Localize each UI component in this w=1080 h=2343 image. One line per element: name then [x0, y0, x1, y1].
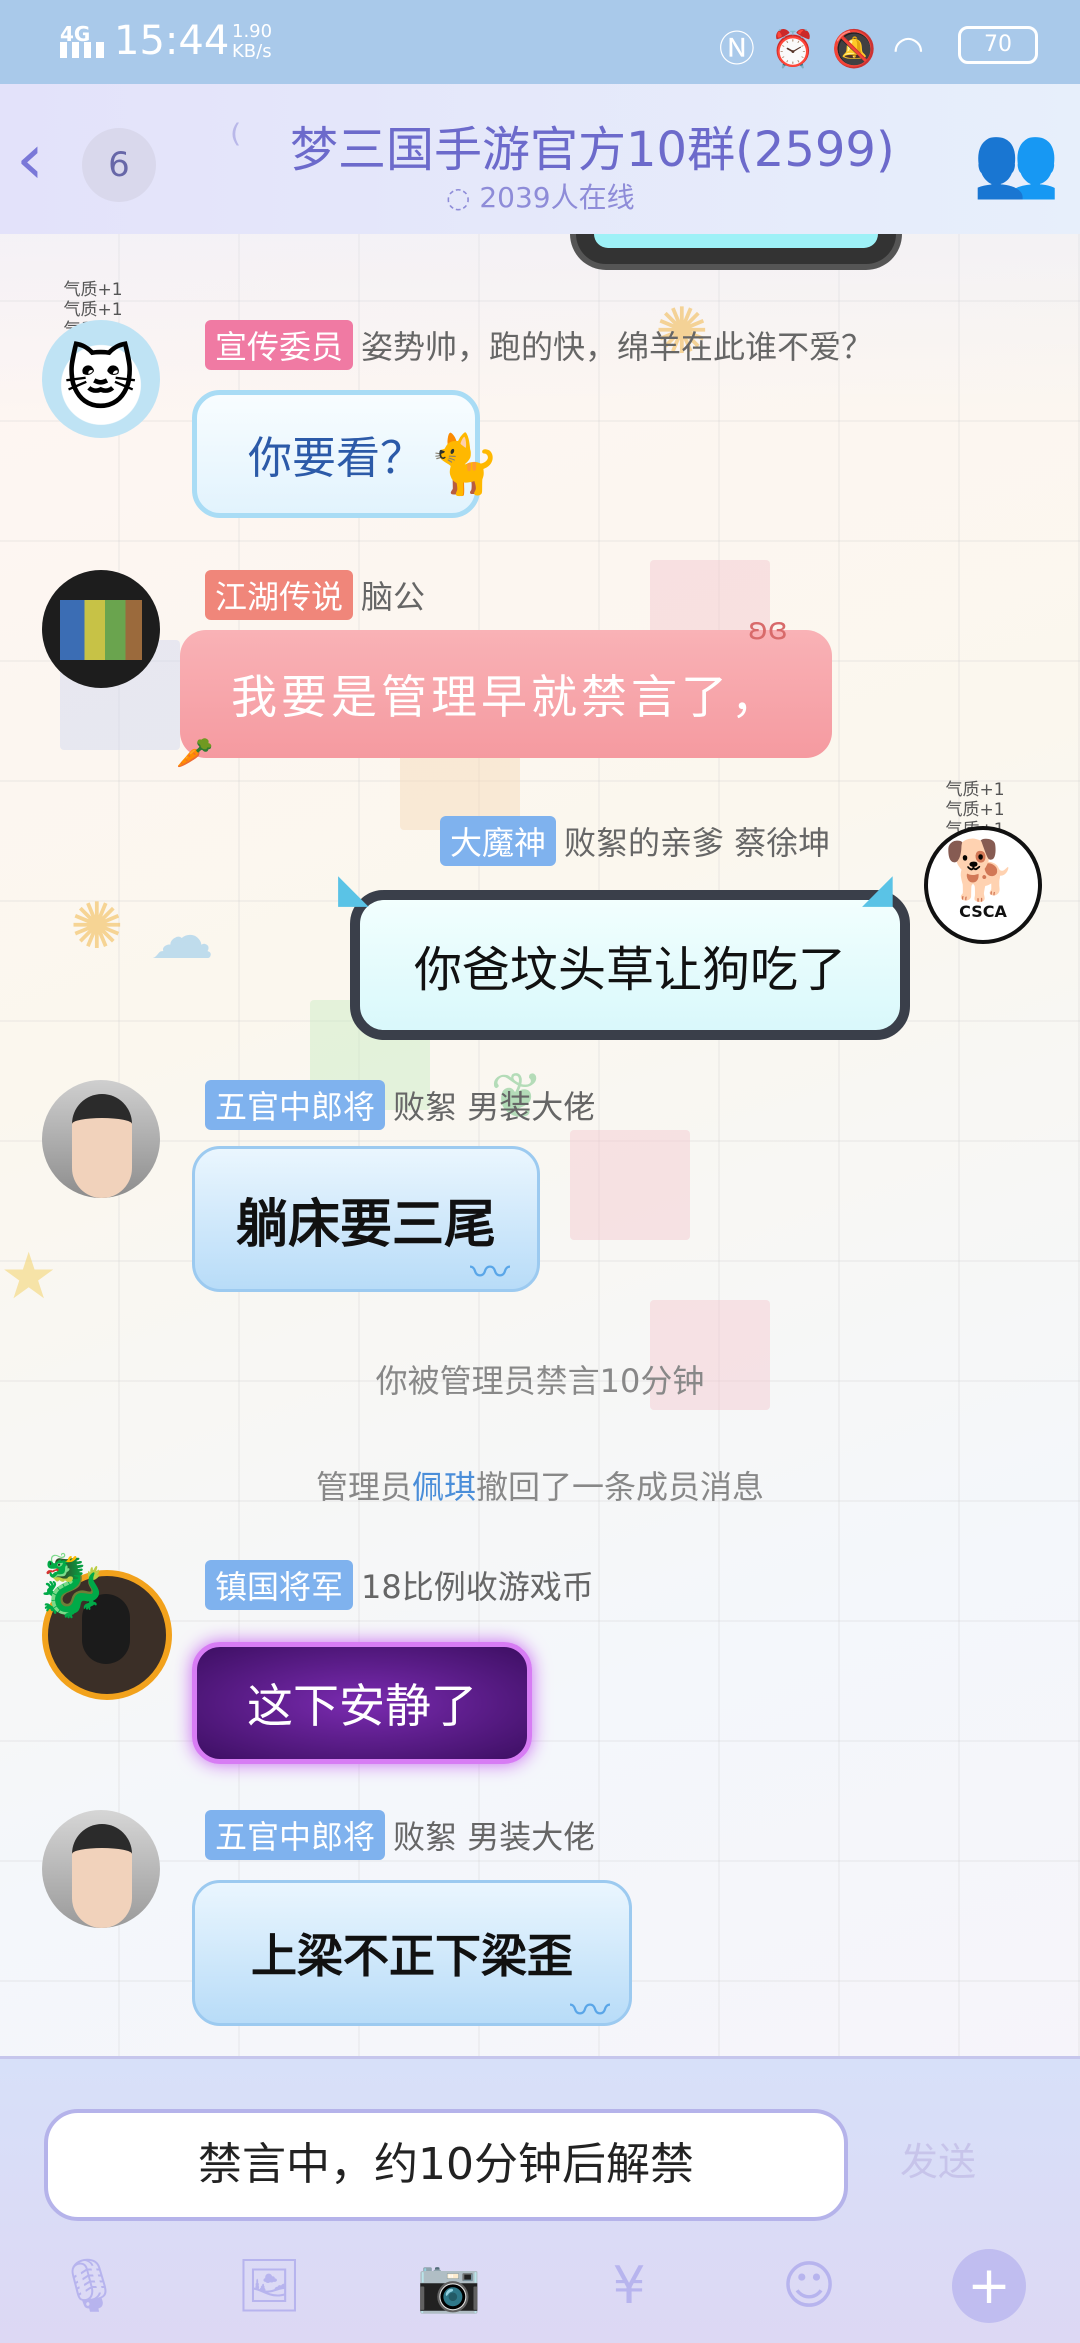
sender-line: 五官中郎将 败絮 男装大佬 — [205, 1080, 595, 1130]
online-count: ◌ 2039人在线 — [446, 181, 635, 214]
chat-header: ‹ 6 ⁽ 梦三国手游官方10群(2599) ◌ 2039人在线 👥 — [0, 84, 1080, 234]
cat-avatar-icon: 🐱 — [64, 338, 137, 420]
sender-line: 宣传委员 姿势帅，跑的快，绵羊在此谁不爱？ — [205, 320, 873, 370]
message-bubble[interactable]: 我要是管理早就禁言了， — [180, 630, 832, 758]
avatar-image — [60, 600, 142, 660]
network-speed: 1.90 KB/s — [232, 21, 273, 62]
sender-name[interactable]: 败絮的亲爹 蔡徐坤 — [564, 824, 830, 862]
message-bubble[interactable]: 这下安静了 — [192, 1642, 532, 1764]
avatar[interactable] — [42, 570, 160, 688]
sender-line: 镇国将军 18比例收游戏币 — [205, 1560, 594, 1610]
clock: 15:44 — [114, 18, 230, 64]
emoji-icon[interactable]: ☺ — [772, 2249, 846, 2323]
member-title-badge: 五官中郎将 — [205, 1080, 386, 1130]
wifi-icon: ◠ — [892, 29, 940, 70]
camera-icon[interactable]: 📷 — [412, 2249, 486, 2323]
carrot-icon: 🥕 — [176, 736, 214, 771]
avatar[interactable] — [42, 1080, 160, 1198]
group-members-icon[interactable]: 👥 — [973, 120, 1060, 203]
cat-sticker-icon: 🐈 — [428, 430, 501, 498]
mute-notice: 你被管理员禁言10分钟 — [375, 1362, 705, 1400]
recall-notice: 管理员佩琪撤回了一条成员消息 — [315, 1468, 765, 1506]
message-text: 你要看？ — [248, 433, 424, 484]
message-bubble[interactable]: 上梁不正下梁歪 — [192, 1880, 632, 2026]
sender-name[interactable]: 败絮 男装大佬 — [393, 1088, 595, 1126]
avatar-image — [72, 1094, 132, 1198]
avatar[interactable] — [42, 1810, 160, 1928]
member-title-badge: 大魔神 — [440, 816, 557, 866]
sender-line: 江湖传说 脑公 — [205, 570, 425, 620]
sender-name[interactable]: 败絮 男装大佬 — [393, 1818, 595, 1856]
member-title-badge: 宣传委员 — [205, 320, 354, 370]
sender-name[interactable]: 姿势帅，跑的快，绵羊在此谁不爱？ — [361, 328, 873, 366]
admin-name-link[interactable]: 佩琪 — [412, 1468, 476, 1506]
member-title-badge: 江湖传说 — [205, 570, 354, 620]
image-icon[interactable]: 🖼 — [232, 2249, 306, 2323]
wave-icon: 〰 — [470, 1250, 510, 1296]
input-bar: 禁言中，约10分钟后解禁 发送 🎙 🖼 📷 ¥ ☺ + — [0, 2056, 1080, 2343]
sender-line: 大魔神 败絮的亲爹 蔡徐坤 — [440, 816, 830, 866]
message-text: 这下安静了 — [247, 1679, 477, 1733]
star-doodle-icon: ★ — [0, 1240, 58, 1314]
message-text: 我要是管理早就禁言了， — [231, 670, 781, 724]
plus-icon[interactable]: + — [952, 2249, 1026, 2323]
nfc-icon: Ⓝ — [718, 29, 771, 70]
battery-icon: 70 — [958, 26, 1038, 64]
unread-count-badge[interactable]: 6 — [82, 128, 156, 202]
signal-icon — [60, 42, 104, 58]
avatar[interactable]: 🐱 — [42, 320, 160, 438]
cloud-doodle-icon: ☁ — [150, 900, 214, 974]
message-text: 躺床要三尾 — [235, 1193, 496, 1255]
bg-tile — [570, 1130, 690, 1240]
message-bubble[interactable]: 你爸坟头草让狗吃了 — [350, 890, 910, 1040]
alarm-icon: ⏰ — [770, 29, 832, 70]
avatar-image — [72, 1824, 132, 1928]
member-title-badge: 镇国将军 — [205, 1560, 354, 1610]
avatar[interactable]: 🐕 CSCA — [924, 826, 1042, 944]
dragon-frame-icon: 🐉 — [34, 1551, 109, 1621]
send-button[interactable]: 发送 — [900, 2131, 976, 2186]
message-text: 你爸坟头草让狗吃了 — [413, 942, 846, 998]
status-icons: Ⓝ⏰🔕◠ — [719, 20, 940, 72]
mute-icon: 🔕 — [831, 29, 893, 70]
cat-ear-right-icon: ◢ — [862, 866, 893, 912]
member-title-badge: 五官中郎将 — [205, 1810, 386, 1860]
sun-doodle-icon: ✺ — [70, 890, 124, 964]
previous-message-bubble[interactable] — [570, 234, 902, 270]
group-title[interactable]: 梦三国手游官方10群(2599) — [290, 110, 895, 180]
message-input[interactable]: 禁言中，约10分钟后解禁 — [44, 2109, 848, 2221]
ear-icon: ⁽ — [230, 114, 242, 168]
cat-ear-left-icon: ◣ — [338, 866, 369, 912]
sender-line: 五官中郎将 败絮 男装大佬 — [205, 1810, 595, 1860]
doge-avatar-icon: 🐕 — [944, 836, 1017, 904]
message-text: 上梁不正下梁歪 — [251, 1929, 573, 1983]
voice-icon[interactable]: 🎙 — [52, 2249, 126, 2323]
wave-icon: 〰 — [570, 1988, 610, 2034]
bunny-ears-icon: ʚɞ — [748, 612, 788, 647]
sender-name[interactable]: 18比例收游戏币 — [361, 1568, 594, 1606]
status-bar: 4G 15:44 1.90 KB/s Ⓝ⏰🔕◠ 70 — [0, 0, 1080, 84]
sender-name[interactable]: 脑公 — [361, 578, 425, 616]
red-packet-icon[interactable]: ¥ — [592, 2249, 666, 2323]
back-arrow-icon[interactable]: ‹ — [16, 124, 44, 194]
